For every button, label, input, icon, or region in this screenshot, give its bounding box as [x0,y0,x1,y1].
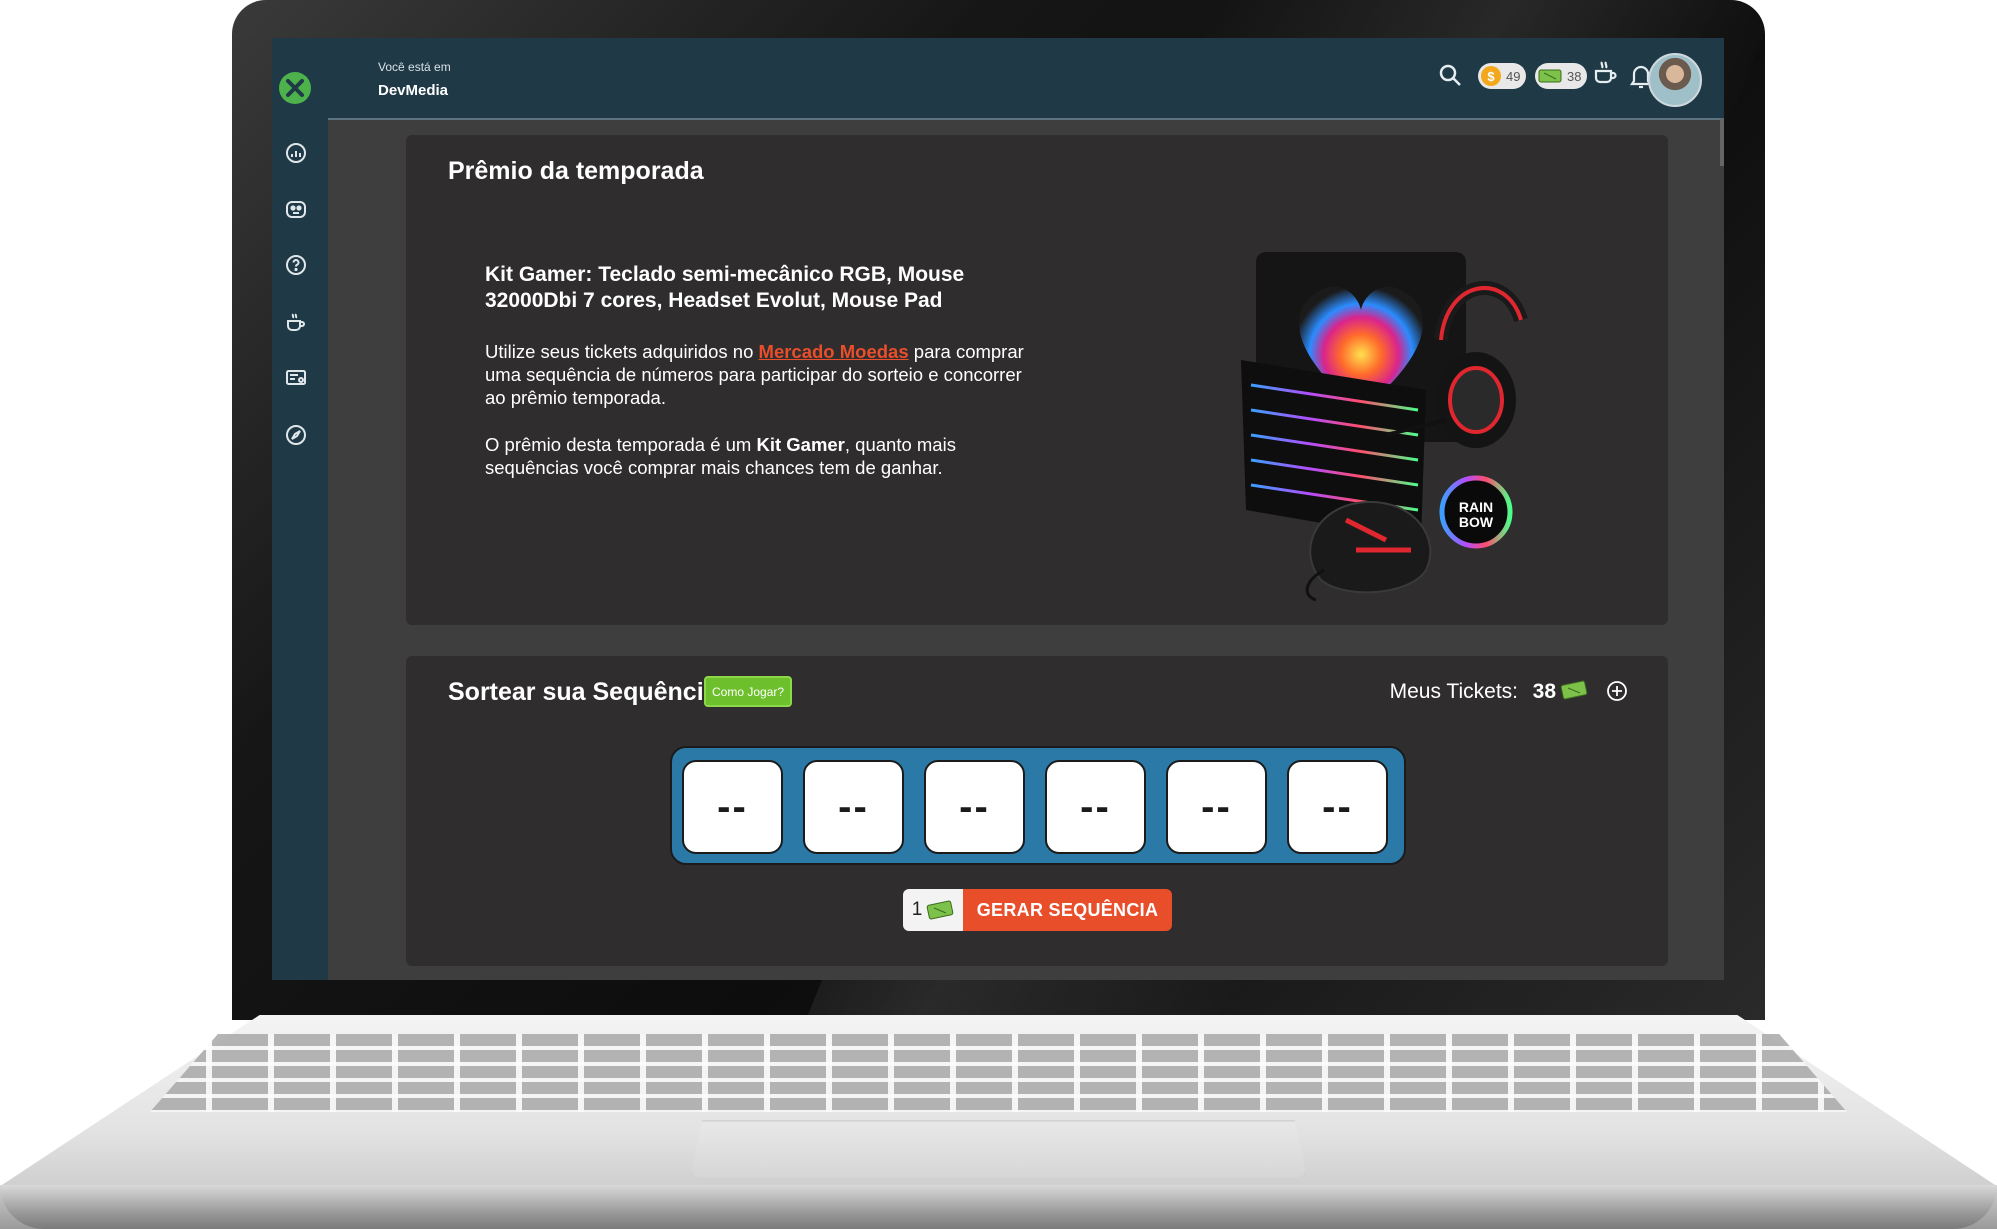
rainbow-badge-line2: BOW [1459,514,1494,530]
question-icon[interactable] [282,251,310,279]
sequence-slot: -- [682,760,783,854]
sequence-slot: -- [1166,760,1267,854]
mercado-moedas-link[interactable]: Mercado Moedas [759,341,909,362]
generate-sequence-button[interactable]: GERAR SEQUÊNCIA [963,889,1172,931]
ticket-icon [1538,69,1562,83]
breadcrumb-prefix: Você está em [378,60,451,74]
my-tickets-count: 38 [1532,680,1556,703]
breadcrumb-site-name[interactable]: DevMedia [378,82,448,99]
coffee-cup-icon[interactable] [282,308,310,336]
coins-balance[interactable]: $ 49 [1478,63,1527,89]
search-icon[interactable] [1437,62,1463,88]
prize-kit-name: Kit Gamer [756,434,845,455]
tickets-balance[interactable]: 38 [1535,63,1588,89]
prize-description: O prêmio desta temporada é um Kit Gamer,… [485,433,1045,479]
devmedia-logo-icon[interactable] [279,72,311,104]
robot-face-icon[interactable] [282,195,310,223]
navigation-compass-icon[interactable] [282,421,310,449]
user-avatar[interactable] [1648,53,1702,107]
my-tickets-label: Meus Tickets: [1389,680,1518,703]
sequence-slot: -- [803,760,904,854]
sequence-slot: -- [1045,760,1146,854]
season-prize-card: Prêmio da temporada Kit Gamer: Teclado s… [406,135,1668,625]
ticket-icon [926,900,954,920]
laptop-trackpad [690,1120,1307,1178]
scrollbar[interactable] [1720,118,1724,166]
dashboard-gauge-icon[interactable] [282,139,310,167]
rainbow-badge-line1: RAIN [1459,499,1493,515]
how-to-play-button[interactable]: Como Jogar? [704,676,793,707]
coffee-icon[interactable] [1591,58,1621,88]
certificate-icon[interactable] [282,364,310,392]
laptop-base-edge [0,1185,1997,1229]
sequence-display: -- -- -- -- -- -- [670,746,1406,865]
season-prize-title: Prêmio da temporada [448,157,704,185]
sequence-slot: -- [924,760,1025,854]
top-bar: Você está em DevMedia $ 49 38 [328,38,1724,120]
draw-sequence-title: Sortear sua Sequência [448,678,718,706]
instructions-text-start: Utilize seus tickets adquiridos no [485,341,759,362]
sidebar [272,38,328,980]
sequence-cost: 1 [903,889,963,931]
sequence-cost-value: 1 [911,899,923,920]
gamer-kit-image: RAIN BOW [1241,252,1528,602]
laptop-keyboard [150,1034,1847,1112]
description-text-start: O prêmio desta temporada é um [485,434,757,455]
ticket-icon [1560,680,1588,700]
prize-name: Kit Gamer: Teclado semi-mecânico RGB, Mo… [485,263,965,312]
prize-instructions: Utilize seus tickets adquiridos no Merca… [485,340,1045,409]
sequence-slot: -- [1287,760,1388,854]
tickets-count: 38 [1567,68,1582,84]
coin-icon: $ [1481,66,1501,86]
add-tickets-icon[interactable] [1606,680,1628,702]
screen: Você está em DevMedia $ 49 38 Prêmio da … [272,38,1724,980]
draw-sequence-card: Sortear sua Sequência Como Jogar? Meus T… [406,656,1668,966]
coins-count: 49 [1506,68,1521,84]
